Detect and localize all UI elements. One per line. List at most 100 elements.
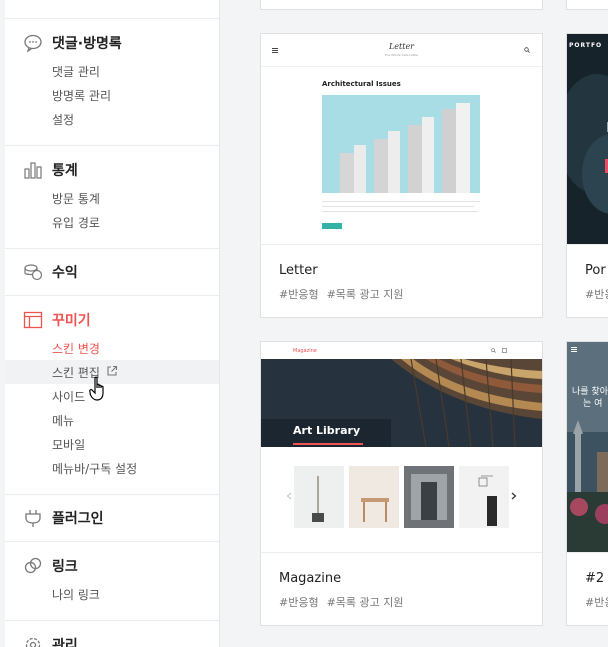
sidebar-item-label: 방문 통계 [52,192,100,206]
sidebar-item-skin-edit[interactable]: 스킨 편집 [5,360,219,384]
skin-tags: #반응 [585,286,608,302]
preview-city-photo [567,342,608,552]
search-icon [524,47,530,53]
sidebar-section-plugins: 플러그인 [5,495,219,542]
sidebar-item-comment-manage[interactable]: 댓글 관리 [5,59,219,83]
sidebar-title: 플러그인 [52,511,104,527]
sidebar-item-label: 방명록 관리 [52,89,112,103]
preview-hero-underline [293,443,363,445]
preview-heading-line: 는 여 [583,399,603,409]
sidebar-section-links: 링크 나의 링크 [5,542,219,621]
sidebar-item-label: 사이드 [52,390,86,404]
speech-bubble-icon [24,34,42,53]
skin-preview-second: 나를 찾아 는 여 [567,342,608,552]
preview-dark-photo [567,34,608,244]
preview-post-title: Architectural Issues [322,80,401,88]
sidebar-title: 꾸미기 [52,313,91,329]
sidebar-item-label: 모바일 [52,438,86,452]
sidebar-section-revenue: 수익 [5,249,219,296]
skin-name: Por [585,263,606,278]
sidebar-item-label: 메뉴바/구독 설정 [52,462,138,476]
sidebar-heading-plugins[interactable]: 플러그인 [23,507,104,529]
skin-preview-letter: Letter The Whole Cafe Letter Architectur… [261,34,542,244]
sidebar-item-label: 댓글 관리 [52,65,100,79]
chevron-left-icon [286,492,292,500]
chevron-right-icon [511,492,517,500]
skin-card-top-partial[interactable] [260,0,543,10]
link-icon [24,557,42,574]
skin-tag: #목록 광고 지원 [326,596,404,609]
sidebar-section-decorate: 꾸미기 스킨 변경 스킨 편집 사이드 메뉴 모바일 메뉴바/구독 설정 [5,296,219,495]
sidebar-title: 링크 [52,559,78,575]
skin-card-letter[interactable]: Letter The Whole Cafe Letter Architectur… [260,33,543,318]
sidebar-item-referrers[interactable]: 유입 경로 [5,210,219,234]
preview-button [322,223,342,229]
preview-text-line [322,201,480,202]
layout-icon [23,311,43,329]
sidebar-item-menu[interactable]: 메뉴 [5,408,219,432]
gear-icon [25,637,41,647]
sidebar-heading-revenue[interactable]: 수익 [23,261,78,283]
preview-text-line [322,206,474,207]
skin-card-portfolio[interactable]: PORTFO Por #반응 [566,33,608,318]
preview-tagline: The Whole Cafe Letter [384,53,419,57]
sidebar-section-comments: 댓글·방명록 댓글 관리 방명록 관리 설정 [5,19,219,146]
preview-brand: PORTFO [569,42,603,49]
preview-brand: Magazine [293,348,317,354]
skin-card-magazine[interactable]: Magazine Art Library Magazine #반응형 #목록 광… [260,341,543,626]
skin-tags: #반응형 #목록 광고 지원 [279,286,404,302]
sidebar-section-stats: 통계 방문 통계 유입 경로 [5,146,219,249]
card-divider [567,244,608,245]
skin-tags: #반응 [585,594,608,610]
sidebar-item-label: 설정 [52,113,75,127]
sidebar-heading-stats[interactable]: 통계 [23,159,78,181]
plug-icon [25,510,41,527]
skin-tags: #반응형 #목록 광고 지원 [279,594,404,610]
sidebar: 댓글·방명록 댓글 관리 방명록 관리 설정 통계 방문 통계 유입 경로 수익 [5,0,220,647]
sidebar-item-visit-stats[interactable]: 방문 통계 [5,186,219,210]
preview-text-line [322,211,478,212]
card-divider [261,552,542,553]
sidebar-heading-decorate[interactable]: 꾸미기 [23,309,91,331]
sidebar-item-label: 나의 링크 [52,588,100,602]
skin-tag: #반응 [585,288,608,301]
preview-header-divider [261,66,542,67]
skin-card-second[interactable]: 나를 찾아 는 여 #2 #반응 [566,341,608,626]
skin-name: #2 [585,571,605,586]
card-divider [261,244,542,245]
sidebar-item-side[interactable]: 사이드 [5,384,219,408]
sidebar-section-manage: 관리 [5,621,219,647]
sidebar-item-label: 유입 경로 [52,216,100,230]
sidebar-title: 댓글·방명록 [52,36,122,52]
menu-icon [502,348,507,353]
sidebar-title: 수익 [52,265,78,281]
sidebar-heading-comments[interactable]: 댓글·방명록 [23,32,122,54]
sidebar-item-my-links[interactable]: 나의 링크 [5,582,219,606]
skin-name: Letter [279,263,318,278]
sidebar-heading-links[interactable]: 링크 [23,555,78,577]
skin-tag: #반응형 [279,596,319,609]
sidebar-item-comment-settings[interactable]: 설정 [5,107,219,131]
sidebar-item-mobile[interactable]: 모바일 [5,432,219,456]
preview-brand: Letter [388,42,415,51]
external-link-icon [107,365,118,376]
hamburger-icon [571,347,577,352]
skin-name: Magazine [279,571,342,586]
sidebar-item-label: 스킨 변경 [52,342,100,356]
sidebar-heading-manage[interactable]: 관리 [23,634,78,647]
coins-icon [24,264,43,281]
preview-architecture-image [322,95,480,193]
sidebar-item-label: 메뉴 [52,414,75,428]
skin-tag: #반응 [585,596,608,609]
skin-preview-portfolio: PORTFO [567,34,608,244]
sidebar-item-skin-change[interactable]: 스킨 변경 [5,336,219,360]
skin-tag: #반응형 [279,288,319,301]
sidebar-item-guestbook-manage[interactable]: 방명록 관리 [5,83,219,107]
preview-hero-title: Art Library [293,424,361,437]
skin-preview-magazine: Magazine Art Library [261,342,542,552]
sidebar-item-menubar-subscribe[interactable]: 메뉴바/구독 설정 [5,456,219,480]
search-icon [491,348,496,353]
bar-chart-icon [24,162,42,179]
card-divider [567,552,608,553]
skin-card-top-partial[interactable] [566,0,608,10]
